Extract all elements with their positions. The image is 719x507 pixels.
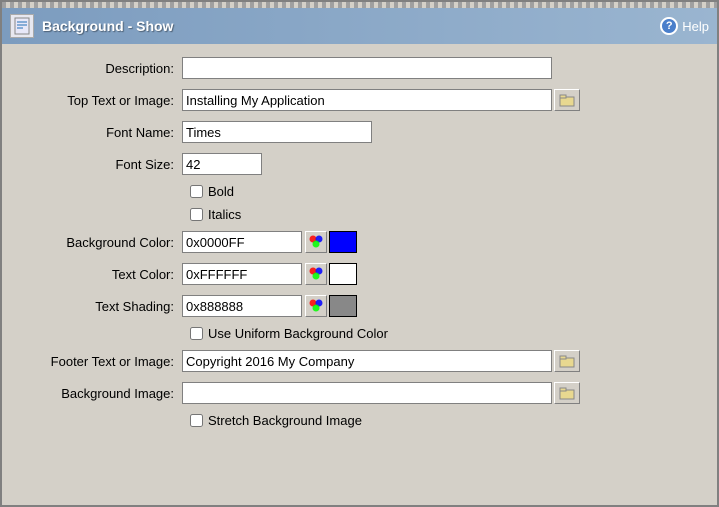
font-name-row: Font Name: [22,120,697,144]
text-color-swatch[interactable] [329,263,357,285]
text-shading-container [182,295,357,317]
top-text-label: Top Text or Image: [22,93,182,108]
title-bar-left: Background - Show [10,14,173,38]
window-icon [10,14,34,38]
bg-image-row: Background Image: [22,381,697,405]
top-text-browse-button[interactable] [554,89,580,111]
text-color-input[interactable] [182,263,302,285]
description-input[interactable] [182,57,552,79]
stretch-image-checkbox[interactable] [190,414,203,427]
footer-text-label: Footer Text or Image: [22,354,182,369]
footer-text-input[interactable] [182,350,552,372]
bg-image-container [182,382,580,404]
bold-row: Bold [22,184,697,199]
bg-color-row: Background Color: [22,230,697,254]
bg-color-container [182,231,357,253]
bg-color-swatch[interactable] [329,231,357,253]
footer-text-container [182,350,580,372]
footer-text-browse-button[interactable] [554,350,580,372]
help-label: Help [682,19,709,34]
italics-row: Italics [22,207,697,222]
bold-checkbox[interactable] [190,185,203,198]
title-bar: Background - Show ? Help [2,8,717,44]
stretch-image-label: Stretch Background Image [208,413,362,428]
top-text-container [182,89,580,111]
uniform-color-row: Use Uniform Background Color [22,326,697,341]
help-icon: ? [660,17,678,35]
font-size-label: Font Size: [22,157,182,172]
bg-color-label: Background Color: [22,235,182,250]
text-shading-picker-button[interactable] [305,295,327,317]
italics-checkbox[interactable] [190,208,203,221]
text-shading-input[interactable] [182,295,302,317]
bg-image-label: Background Image: [22,386,182,401]
uniform-color-label: Use Uniform Background Color [208,326,388,341]
description-row: Description: [22,56,697,80]
text-color-row: Text Color: [22,262,697,286]
footer-text-row: Footer Text or Image: [22,349,697,373]
italics-label: Italics [208,207,241,222]
main-window: Background - Show ? Help Description: To… [0,0,719,507]
help-button[interactable]: ? Help [660,17,709,35]
bg-image-browse-button[interactable] [554,382,580,404]
text-shading-swatch[interactable] [329,295,357,317]
description-label: Description: [22,61,182,76]
font-name-label: Font Name: [22,125,182,140]
bg-color-picker-button[interactable] [305,231,327,253]
font-size-input[interactable] [182,153,262,175]
stretch-image-row: Stretch Background Image [22,413,697,428]
form-content: Description: Top Text or Image: Font Nam… [2,44,717,505]
window-title: Background - Show [42,18,173,34]
top-text-input[interactable] [182,89,552,111]
bg-color-input[interactable] [182,231,302,253]
font-size-row: Font Size: [22,152,697,176]
bg-image-input[interactable] [182,382,552,404]
top-text-row: Top Text or Image: [22,88,697,112]
text-color-container [182,263,357,285]
text-color-picker-button[interactable] [305,263,327,285]
text-shading-label: Text Shading: [22,299,182,314]
font-name-input[interactable] [182,121,372,143]
text-color-label: Text Color: [22,267,182,282]
bold-label: Bold [208,184,234,199]
uniform-color-checkbox[interactable] [190,327,203,340]
text-shading-row: Text Shading: [22,294,697,318]
